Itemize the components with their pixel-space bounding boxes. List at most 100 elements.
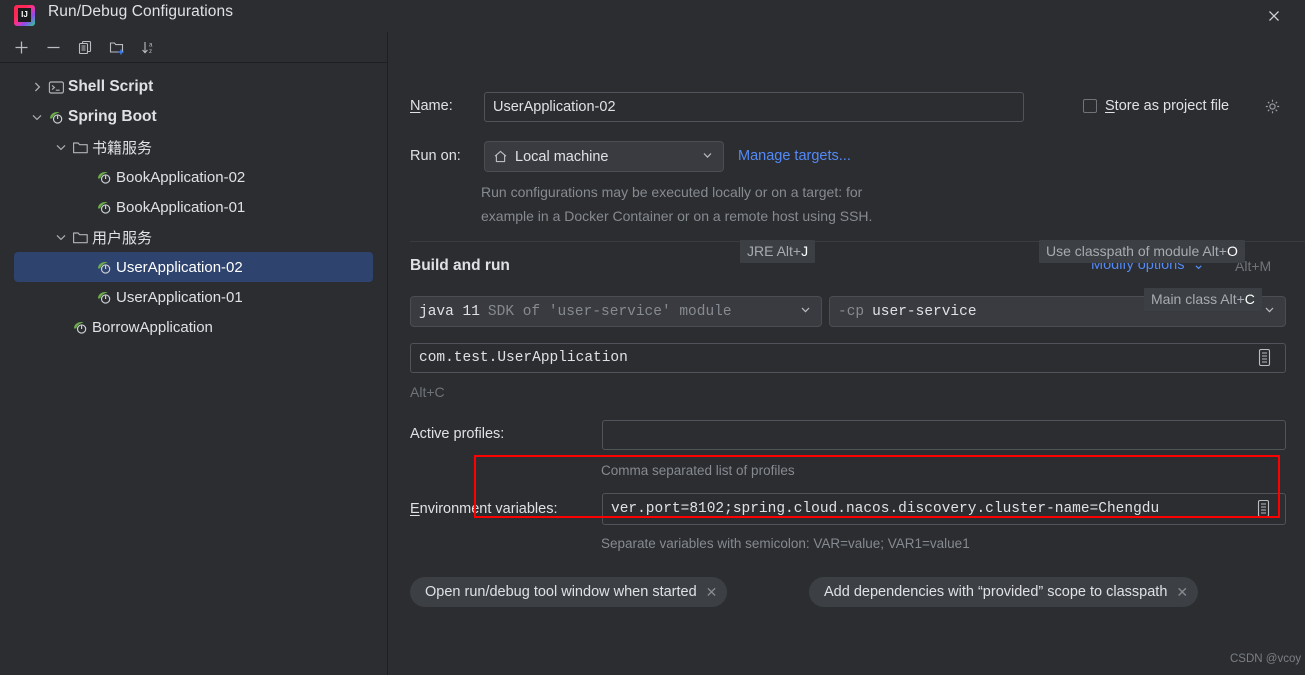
jre-shortcut-tooltip: JRE Alt+J (740, 240, 816, 263)
spring-boot-icon (94, 258, 114, 276)
jre-description: SDK of 'user-service' module (487, 303, 732, 320)
new-folder-icon (109, 41, 124, 54)
folder-icon (72, 231, 88, 243)
sort-alphabetically-icon: a z (142, 41, 153, 55)
name-label: Name: (410, 98, 453, 114)
configuration-editor-panel: Name: UserApplication-02 Store as projec… (389, 32, 1305, 675)
remove-configuration-button[interactable] (38, 34, 68, 60)
tree-chevron-placeholder (76, 198, 94, 216)
jre-version-value: java 11 (419, 303, 480, 320)
configurations-tree: Shell Script Spring Boot 书籍服务 BookApplicati… (0, 63, 387, 675)
title-bar: Run/Debug Configurations (0, 0, 1305, 32)
environment-variables-hint: Separate variables with semicolon: VAR=v… (601, 536, 970, 551)
watermark: CSDN @vcoy (1230, 653, 1302, 665)
environment-variables-input[interactable]: ver.port=8102;spring.cloud.nacos.discove… (602, 493, 1286, 525)
tree-item-bookapplication-01[interactable]: BookApplication-01 (0, 192, 387, 222)
tree-toolbar: a z (0, 32, 387, 63)
tree-expand-toggle[interactable] (28, 78, 46, 96)
close-icon[interactable]: ✕ (1176, 584, 1188, 601)
add-configuration-button[interactable] (6, 34, 36, 60)
tree-item-label: BorrowApplication (92, 318, 213, 336)
tree-item-shell-script[interactable]: Shell Script (0, 72, 387, 102)
chevron-down-icon (799, 303, 812, 321)
jre-shortcut-text: JRE Alt+ (747, 243, 802, 259)
run-on-description-line-2: example in a Docker Container or on a re… (481, 208, 873, 224)
build-and-run-title: Build and run (410, 257, 510, 274)
store-as-project-file-label: Store as project file (1105, 98, 1229, 114)
plus-icon (15, 41, 27, 53)
tree-item-书籍服务[interactable]: 书籍服务 (0, 132, 387, 162)
main-class-expand-editor-button[interactable] (1256, 348, 1273, 372)
classpath-prefix: -cp (838, 303, 865, 320)
environment-variables-label: Environment variables: (410, 501, 558, 517)
main-class-shortcut-key: C (1244, 291, 1255, 307)
expand-editor-icon (1258, 348, 1271, 367)
store-as-project-file-mnemonic: S (1105, 98, 1115, 114)
shell-script-icon (46, 78, 66, 96)
name-label-rest: ame: (420, 98, 453, 114)
close-window-button[interactable] (1251, 0, 1297, 32)
environment-variables-value: ver.port=8102;spring.cloud.nacos.discove… (611, 501, 1160, 517)
tree-item-spring-boot[interactable]: Spring Boot (0, 102, 387, 132)
close-icon (1269, 11, 1279, 21)
folder-icon (72, 141, 88, 153)
copy-configuration-button[interactable] (70, 34, 100, 60)
main-class-value: com.test.UserApplication (419, 350, 628, 366)
spring-boot-icon (49, 112, 62, 124)
spring-boot-icon (46, 108, 66, 126)
tree-item-borrowapplication[interactable]: BorrowApplication (0, 312, 387, 342)
intellij-idea-logo-icon (14, 5, 35, 26)
tree-item-userapplication-01[interactable]: UserApplication-01 (0, 282, 387, 312)
chevron-down-icon (32, 114, 42, 121)
active-profiles-input[interactable] (602, 420, 1286, 450)
spring-boot-icon (94, 288, 114, 306)
chip-open-run-debug-tool-window[interactable]: Open run/debug tool window when started … (410, 577, 728, 607)
main-class-shortcut-text: Main class Alt+ (1151, 291, 1245, 307)
tree-item-bookapplication-02[interactable]: BookApplication-02 (0, 162, 387, 192)
classpath-shortcut-key: O (1226, 243, 1238, 259)
configurations-tree-panel: a z Shell Script Spring Boot 书籍服务 BookAppli… (0, 32, 388, 675)
use-classpath-of-module-shortcut-tooltip: Use classpath of module Alt+O (1039, 240, 1245, 263)
tree-item-label: Spring Boot (68, 108, 157, 125)
name-label-mnemonic: N (410, 98, 421, 114)
close-icon[interactable]: ✕ (706, 584, 718, 601)
sort-configurations-button[interactable]: a z (134, 34, 164, 60)
run-on-target-dropdown[interactable]: Local machine (484, 141, 724, 172)
chevron-down-icon (56, 234, 66, 241)
active-profiles-label: Active profiles: (410, 426, 505, 442)
run-debug-configurations-dialog: Run/Debug Configurations (0, 0, 1305, 675)
tree-chevron-placeholder (76, 288, 94, 306)
spring-boot-icon (94, 198, 114, 216)
tree-item-label: BookApplication-02 (116, 168, 246, 186)
store-as-project-file-rest: tore as project file (1114, 98, 1230, 114)
environment-variables-label-rest: nvironment variables: (419, 501, 558, 517)
tree-item-userapplication-02[interactable]: UserApplication-02 (14, 252, 373, 282)
tree-chevron-placeholder (76, 168, 94, 186)
spring-boot-icon (97, 172, 110, 184)
jre-dropdown[interactable]: java 11 SDK of 'user-service' module (410, 296, 822, 327)
tree-item-label: UserApplication-01 (116, 288, 243, 306)
tree-expand-toggle[interactable] (52, 138, 70, 156)
tree-item-用户服务[interactable]: 用户服务 (0, 222, 387, 252)
spring-boot-icon (97, 292, 110, 304)
jre-shortcut-key: J (801, 243, 809, 259)
store-as-project-file-settings-button[interactable] (1264, 98, 1281, 120)
spring-boot-icon (70, 318, 90, 336)
new-folder-button[interactable] (102, 34, 132, 60)
chip-add-provided-scope-dependencies[interactable]: Add dependencies with “provided” scope t… (809, 577, 1199, 607)
spring-boot-icon (97, 202, 110, 214)
tree-expand-toggle[interactable] (28, 108, 46, 126)
environment-variables-expand-editor-button[interactable] (1255, 499, 1272, 523)
tree-expand-toggle[interactable] (52, 228, 70, 246)
name-input[interactable]: UserApplication-02 (484, 92, 1024, 122)
store-as-project-file-checkbox[interactable] (1083, 99, 1097, 113)
tree-item-label: BookApplication-01 (116, 198, 246, 216)
manage-targets-link[interactable]: Manage targets... (738, 148, 851, 164)
chip-label: Add dependencies with “provided” scope t… (824, 584, 1168, 600)
shell-script-icon (48, 80, 64, 94)
main-class-shortcut-tooltip: Main class Alt+C (1144, 288, 1262, 311)
main-class-input[interactable]: com.test.UserApplication (410, 343, 1286, 373)
spring-boot-icon (97, 262, 110, 274)
tree-item-label: 用户服务 (92, 229, 153, 247)
tree-item-label: Shell Script (68, 78, 154, 95)
